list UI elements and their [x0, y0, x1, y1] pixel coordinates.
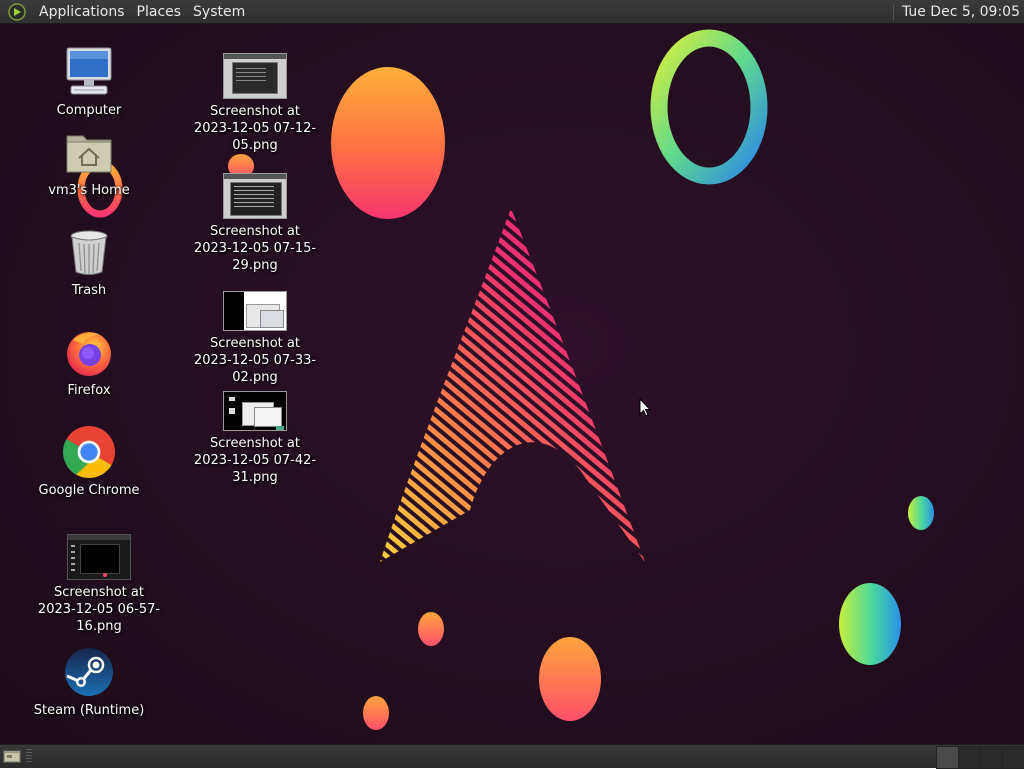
- panel-separator: [892, 3, 894, 20]
- desktop-icon-chrome[interactable]: Google Chrome: [24, 426, 154, 499]
- image-thumbnail-icon: [222, 49, 288, 99]
- desktop-icon-label: Steam (Runtime): [33, 703, 145, 718]
- clock[interactable]: Tue Dec 5, 09:05: [902, 0, 1024, 24]
- desktop-icon-home[interactable]: vm3's Home: [24, 126, 154, 199]
- desktop-icon-label: Computer: [56, 103, 122, 118]
- desktop-icon-label: Screenshot at 2023-12-05 07-15-29.png: [193, 224, 317, 273]
- home-folder-icon: [63, 126, 115, 178]
- workspace-2[interactable]: [958, 746, 982, 769]
- menu-applications[interactable]: Applications: [33, 0, 131, 24]
- top-panel: Applications Places System Tue Dec 5, 09…: [0, 0, 1024, 24]
- desktop-icon-computer[interactable]: Computer: [24, 46, 154, 119]
- desktop-icon-screenshot-0712[interactable]: Screenshot at 2023-12-05 07-12-05.png: [190, 49, 320, 154]
- desktop-icon-label: Google Chrome: [38, 483, 140, 498]
- workspace-1[interactable]: [936, 746, 960, 769]
- panel-grip[interactable]: [26, 749, 32, 764]
- bottom-panel: [0, 744, 1024, 769]
- desktop-icon-trash[interactable]: Trash: [24, 226, 154, 299]
- desktop-icon-label: Screenshot at 2023-12-05 07-33-02.png: [193, 336, 317, 385]
- steam-icon: [63, 646, 115, 698]
- image-thumbnail-icon: [222, 389, 288, 431]
- desktop-icon-screenshot-0742[interactable]: Screenshot at 2023-12-05 07-42-31.png: [190, 389, 320, 486]
- desktop-icon-steam[interactable]: Steam (Runtime): [24, 646, 154, 719]
- desktop-icon-label: Screenshot at 2023-12-05 07-42-31.png: [193, 436, 317, 485]
- desktop-icon-label: Screenshot at 2023-12-05 06-57-16.png: [37, 585, 161, 634]
- desktop-icon-label: vm3's Home: [48, 183, 130, 198]
- desktop-icon-label: Firefox: [67, 383, 111, 398]
- desktop-icon-screenshot-0715[interactable]: Screenshot at 2023-12-05 07-15-29.png: [190, 169, 320, 274]
- desktop-icon-screenshot-0733[interactable]: Screenshot at 2023-12-05 07-33-02.png: [190, 289, 320, 386]
- trash-icon: [63, 226, 115, 278]
- image-thumbnail-icon: [222, 169, 288, 219]
- image-thumbnail-icon: [66, 528, 132, 580]
- desktop-icon-label: Trash: [71, 283, 107, 298]
- desktop-icon-firefox[interactable]: Firefox: [24, 326, 154, 399]
- image-thumbnail-icon: [222, 289, 288, 331]
- desktop-icon-label: Screenshot at 2023-12-05 07-12-05.png: [193, 104, 317, 153]
- chrome-icon: [63, 426, 115, 478]
- firefox-icon: [63, 326, 115, 378]
- menu-system[interactable]: System: [187, 0, 251, 24]
- desktop-icon-screenshot-0657[interactable]: Screenshot at 2023-12-05 06-57-16.png: [34, 528, 164, 635]
- mouse-cursor-icon: [639, 398, 651, 417]
- show-desktop-icon[interactable]: [3, 749, 21, 764]
- menu-places[interactable]: Places: [131, 0, 188, 24]
- computer-icon: [63, 46, 115, 98]
- workspace-4[interactable]: [1002, 746, 1024, 769]
- menu-logo-icon[interactable]: [7, 2, 27, 22]
- workspace-3[interactable]: [980, 746, 1004, 769]
